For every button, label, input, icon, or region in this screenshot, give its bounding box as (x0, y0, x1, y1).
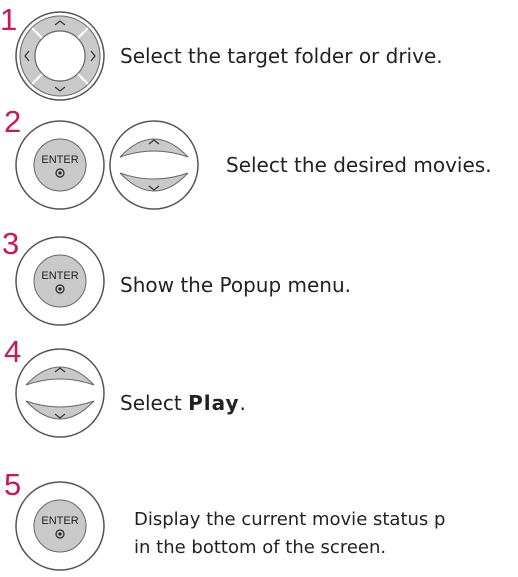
navigation-dpad-icon (14, 10, 106, 102)
step-2: 2 ENTER Select the desired movies. (0, 105, 518, 210)
step-text-suffix: . (239, 391, 246, 415)
step-4: 4 Select Play. (0, 335, 518, 438)
enter-label: ENTER (41, 154, 78, 166)
up-down-buttons-icon (108, 119, 200, 211)
up-down-buttons-icon (14, 347, 106, 439)
step-text-line-2: in the bottom of the screen. (134, 537, 387, 558)
step-5: 5 ENTER Display the current movie status… (0, 469, 518, 577)
step-text: Select Play. (120, 389, 246, 417)
enter-label: ENTER (41, 270, 78, 282)
enter-button-icon: ENTER (14, 480, 106, 572)
enter-button-icon: ENTER (14, 235, 106, 327)
step-text-bold: Play (188, 391, 240, 415)
step-text: Select the desired movies. (226, 153, 492, 177)
step-text: Select the target folder or drive. (120, 44, 443, 68)
step-text: Show the Popup menu. (120, 273, 352, 297)
step-1: 1 Select the target folder or drive. (0, 0, 518, 102)
step-text-line-1: Display the current movie status p (134, 509, 446, 530)
enter-button-icon: ENTER (14, 119, 106, 211)
step-3: 3 ENTER Show the Popup menu. (0, 225, 518, 327)
step-text-prefix: Select (120, 391, 189, 415)
enter-label: ENTER (41, 515, 78, 527)
